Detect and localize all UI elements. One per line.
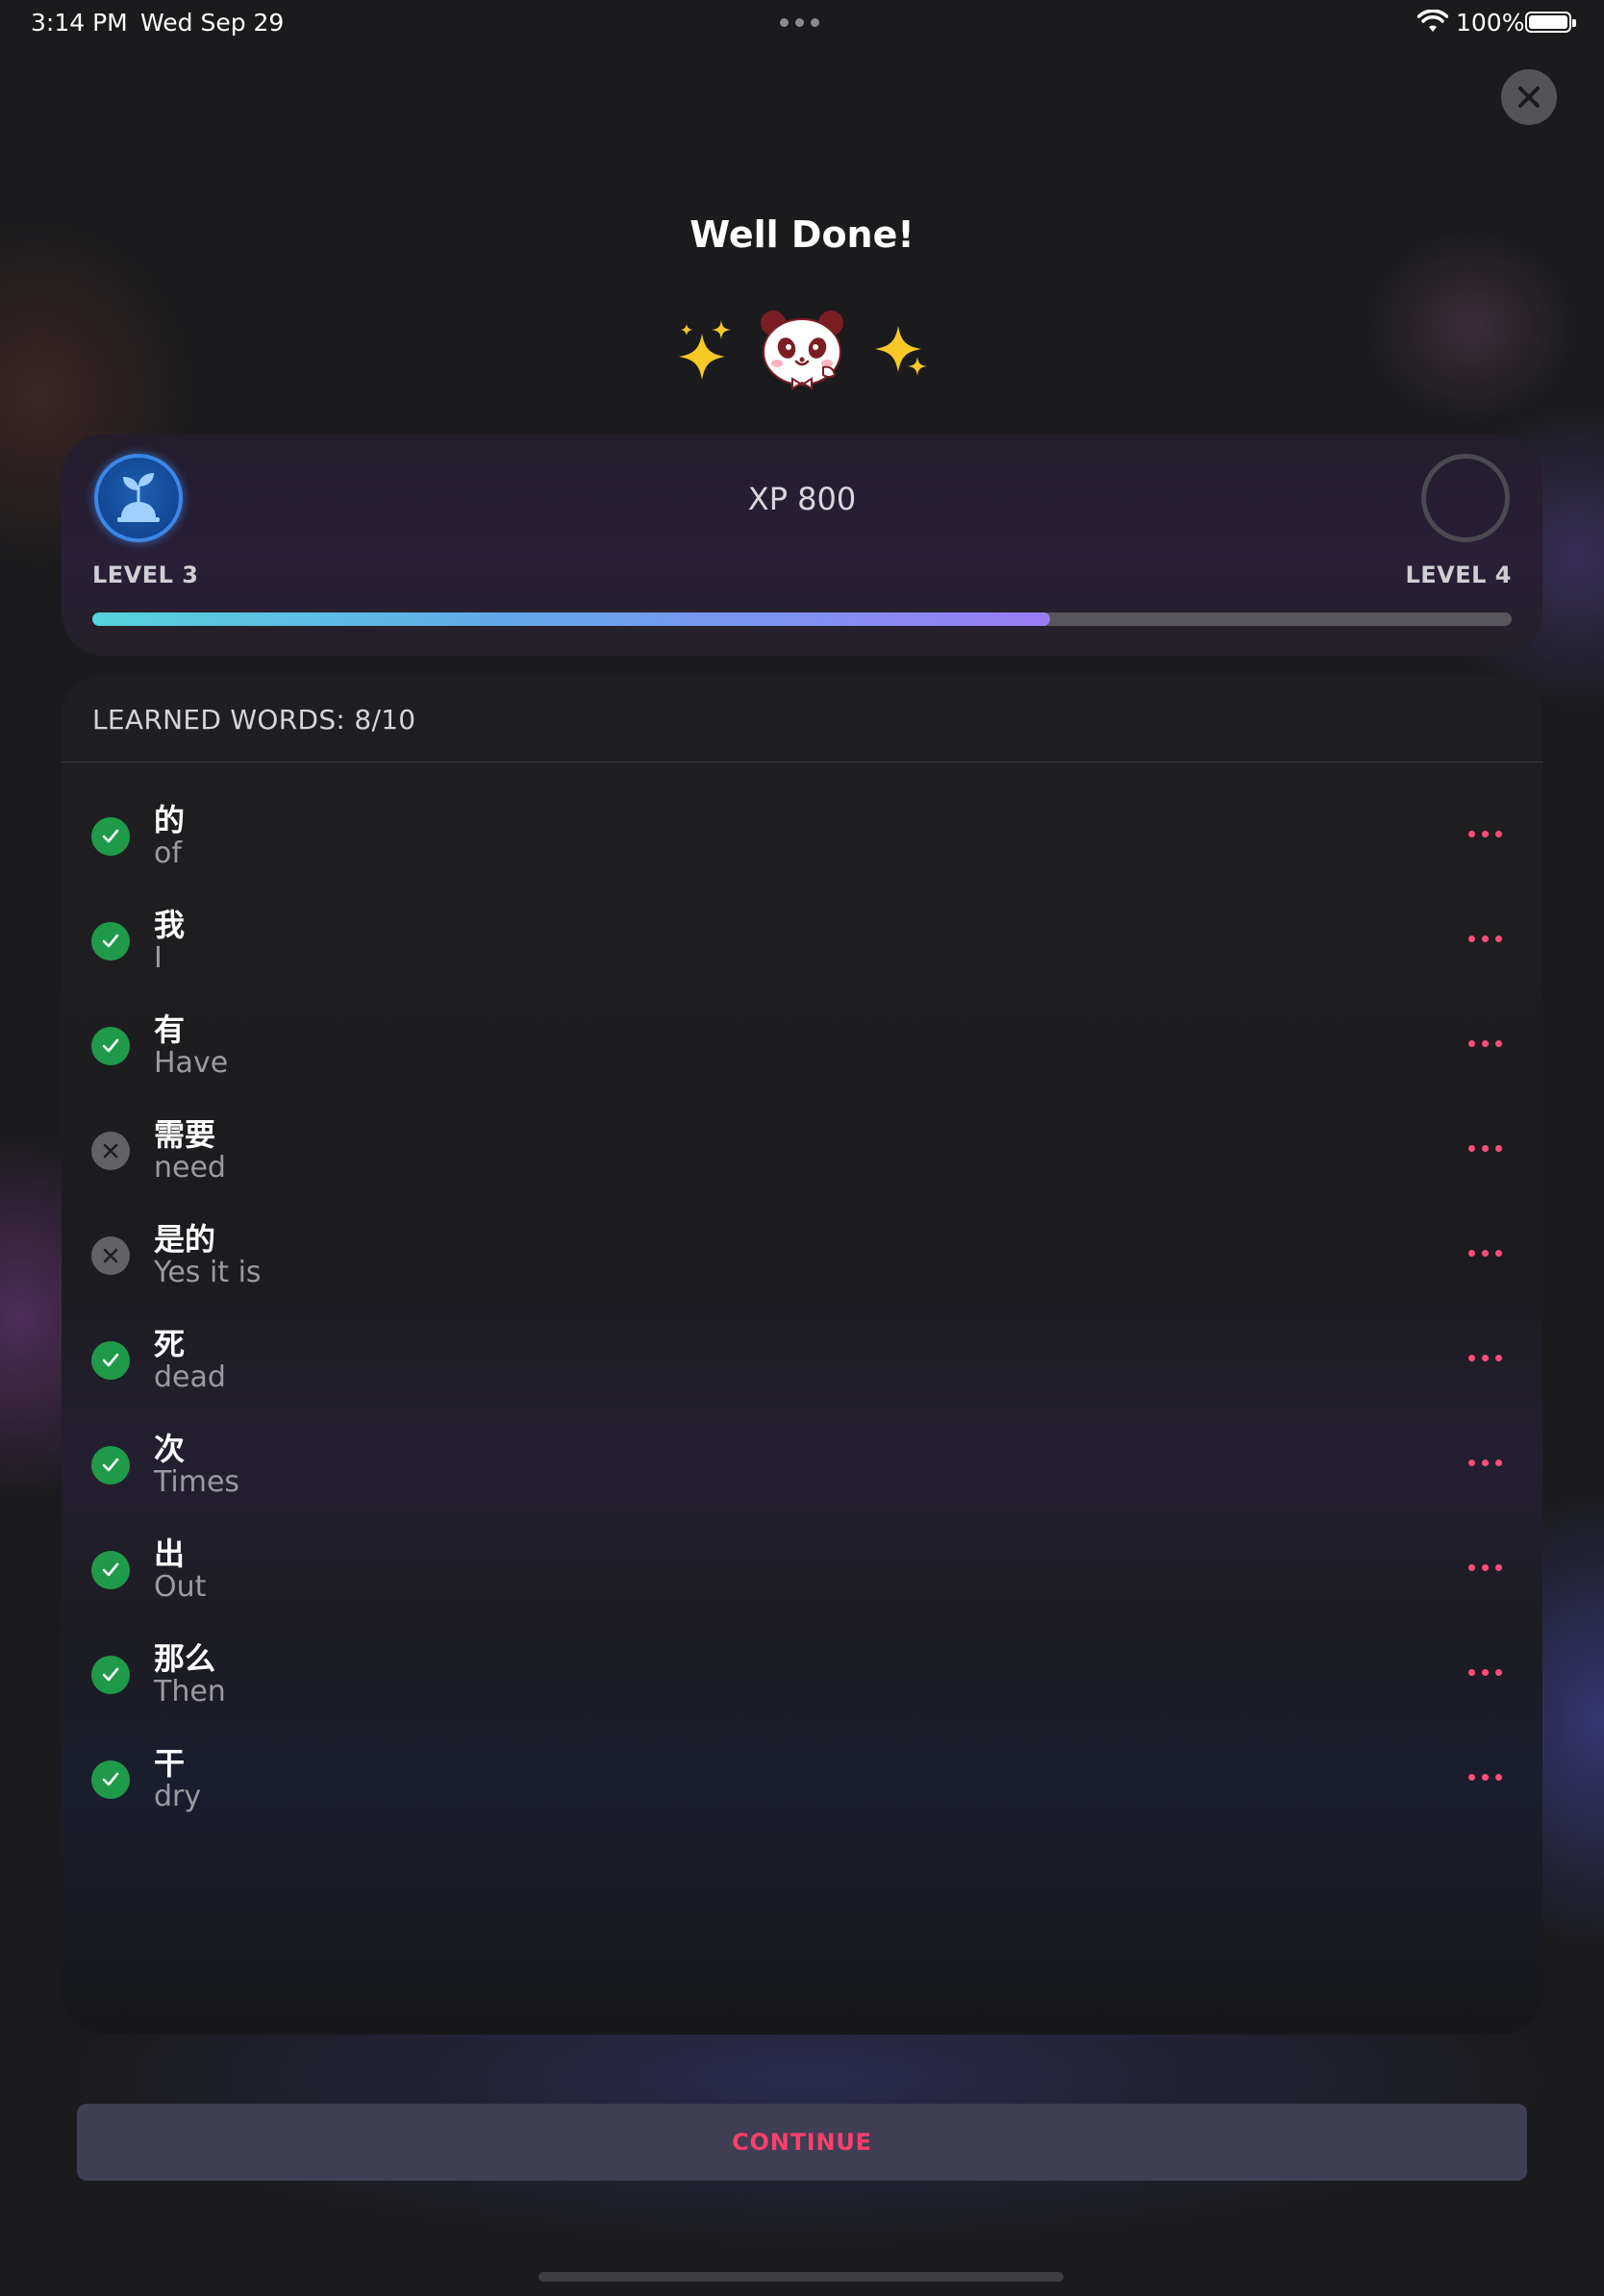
word-translation: I bbox=[154, 941, 163, 975]
multitasking-dots-icon[interactable] bbox=[780, 18, 819, 27]
page-title: Well Done! bbox=[689, 213, 915, 256]
current-level-label: LEVEL 3 bbox=[92, 562, 199, 588]
checkmark-icon bbox=[102, 934, 119, 948]
cross-icon bbox=[103, 1143, 118, 1159]
more-options-icon[interactable] bbox=[1468, 1355, 1502, 1361]
word-translation: dry bbox=[154, 1780, 202, 1813]
status-bar: 3:14 PM Wed Sep 29 100% bbox=[0, 0, 1604, 46]
panda-mascot-icon bbox=[761, 311, 843, 390]
checkmark-icon bbox=[102, 1038, 119, 1053]
close-icon bbox=[1518, 87, 1540, 108]
word-translation: Have bbox=[154, 1046, 229, 1080]
word-chinese: 出 bbox=[154, 1535, 186, 1572]
battery-percentage: 100% bbox=[1456, 9, 1525, 37]
checkmark-icon bbox=[102, 1353, 119, 1367]
word-row[interactable]: 需要 need bbox=[62, 1097, 1542, 1202]
checkmark-icon bbox=[102, 829, 119, 843]
word-row[interactable]: 是的 Yes it is bbox=[62, 1202, 1542, 1307]
more-options-icon[interactable] bbox=[1468, 1040, 1502, 1047]
wifi-icon bbox=[1417, 10, 1448, 32]
checkmark-icon bbox=[102, 1772, 119, 1786]
status-date: Wed Sep 29 bbox=[140, 9, 285, 37]
word-row[interactable]: 干 dry bbox=[62, 1726, 1542, 1831]
word-row[interactable]: 出 Out bbox=[62, 1516, 1542, 1621]
divider bbox=[62, 761, 1542, 762]
word-chinese: 需要 bbox=[154, 1116, 216, 1153]
next-level-label: LEVEL 4 bbox=[1405, 562, 1512, 588]
word-translation: Out bbox=[154, 1570, 207, 1604]
more-options-icon[interactable] bbox=[1468, 1669, 1502, 1676]
celebration-mascot bbox=[0, 306, 1604, 392]
status-time: 3:14 PM bbox=[31, 9, 128, 37]
word-row[interactable]: 死 dead bbox=[62, 1307, 1542, 1411]
next-level-badge bbox=[1421, 454, 1510, 542]
xp-amount: XP 800 bbox=[747, 481, 857, 517]
more-options-icon[interactable] bbox=[1468, 936, 1502, 942]
word-translation: Then bbox=[154, 1675, 226, 1709]
learned-status-icon bbox=[91, 817, 130, 856]
not-learned-status-icon bbox=[91, 1132, 130, 1170]
continue-button[interactable]: CONTINUE bbox=[77, 2104, 1527, 2181]
word-translation: Yes it is bbox=[154, 1256, 262, 1289]
word-chinese: 干 bbox=[154, 1745, 186, 1782]
word-row[interactable]: 那么 Then bbox=[62, 1621, 1542, 1726]
xp-progress-fill bbox=[92, 612, 1051, 626]
word-row[interactable]: 有 Have bbox=[62, 992, 1542, 1097]
more-options-icon[interactable] bbox=[1468, 1250, 1502, 1257]
learned-status-icon bbox=[91, 1027, 130, 1065]
word-chinese: 那么 bbox=[154, 1640, 216, 1677]
learned-status-icon bbox=[91, 1446, 130, 1485]
learned-status-icon bbox=[91, 1551, 130, 1589]
checkmark-icon bbox=[102, 1667, 119, 1682]
word-row[interactable]: 次 Times bbox=[62, 1411, 1542, 1516]
learned-status-icon bbox=[91, 1341, 130, 1380]
word-chinese: 次 bbox=[154, 1431, 186, 1467]
xp-progress-card: XP 800 LEVEL 3 LEVEL 4 bbox=[62, 435, 1542, 656]
learned-status-icon bbox=[91, 922, 130, 961]
checkmark-icon bbox=[102, 1562, 119, 1577]
xp-progress-bar bbox=[92, 612, 1512, 626]
word-chinese: 有 bbox=[154, 1011, 186, 1048]
word-chinese: 是的 bbox=[154, 1221, 216, 1258]
word-chinese: 死 bbox=[154, 1326, 186, 1362]
learned-words-card: LEARNED WORDS: 8/10 的 of 我 I 有 Have 需要 need 是的 Ye… bbox=[62, 675, 1542, 2034]
learned-words-header: LEARNED WORDS: 8/10 bbox=[92, 704, 416, 736]
sparkles-icon bbox=[679, 320, 731, 380]
more-options-icon[interactable] bbox=[1468, 1145, 1502, 1152]
sparkles-icon bbox=[875, 326, 927, 376]
word-chinese: 的 bbox=[154, 802, 186, 838]
learned-status-icon bbox=[91, 1760, 130, 1799]
cross-icon bbox=[103, 1248, 118, 1263]
battery-icon bbox=[1525, 12, 1576, 33]
word-chinese: 我 bbox=[154, 907, 186, 943]
word-translation: Times bbox=[154, 1465, 240, 1499]
checkmark-icon bbox=[102, 1458, 119, 1472]
word-translation: of bbox=[154, 836, 182, 870]
more-options-icon[interactable] bbox=[1468, 831, 1502, 837]
learned-status-icon bbox=[91, 1656, 130, 1694]
word-row[interactable]: 的 of bbox=[62, 783, 1542, 887]
not-learned-status-icon bbox=[91, 1236, 130, 1275]
more-options-icon[interactable] bbox=[1468, 1774, 1502, 1781]
word-translation: need bbox=[154, 1151, 226, 1185]
close-button[interactable] bbox=[1501, 69, 1557, 125]
word-row[interactable]: 我I bbox=[62, 887, 1542, 992]
home-indicator[interactable] bbox=[539, 2272, 1064, 2282]
more-options-icon[interactable] bbox=[1468, 1564, 1502, 1571]
word-translation: dead bbox=[154, 1360, 226, 1394]
more-options-icon[interactable] bbox=[1468, 1460, 1502, 1466]
